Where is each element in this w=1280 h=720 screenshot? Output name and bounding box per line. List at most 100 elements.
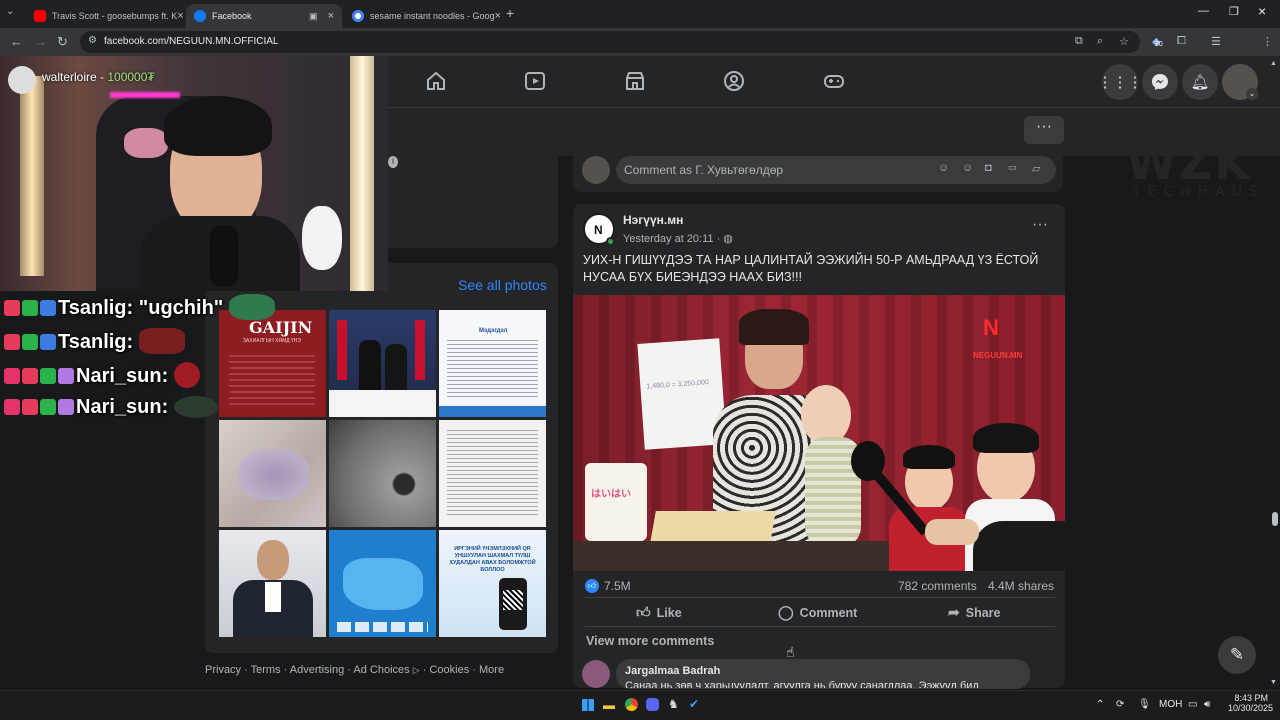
photo-watermark: NEGUUN.MN: [973, 351, 1023, 360]
page-name[interactable]: Нэгүүн.мн: [623, 213, 683, 227]
comment-author-avatar[interactable]: [582, 660, 610, 688]
input-language[interactable]: МОН: [1159, 699, 1182, 710]
app-icon[interactable]: ♞: [668, 697, 679, 711]
tab-title: Facebook: [212, 11, 252, 21]
minimize-button[interactable]: —: [1198, 5, 1209, 17]
maximize-button[interactable]: ❐: [1229, 5, 1239, 18]
zoom-icon[interactable]: ⌕: [1097, 35, 1103, 48]
intro-card: i: [388, 156, 558, 248]
like-button[interactable]: 👍︎ Like: [636, 604, 682, 621]
view-more-comments-link[interactable]: View more comments: [586, 634, 714, 648]
notifications-button[interactable]: 🔔︎: [1182, 64, 1218, 100]
menu-grid-button[interactable]: ⋮⋮⋮: [1098, 64, 1143, 100]
flag-shape: [337, 320, 347, 380]
close-window-button[interactable]: ×: [1258, 3, 1266, 19]
home-icon[interactable]: [425, 70, 447, 92]
see-all-photos-link[interactable]: See all photos: [458, 277, 547, 293]
extension-badge-icon[interactable]: 30 ◆: [1152, 35, 1163, 48]
first-badge-icon: [22, 334, 38, 350]
close-tab-icon[interactable]: ×: [177, 10, 183, 22]
file-explorer-icon[interactable]: ▬: [603, 698, 615, 712]
privacy-link[interactable]: Privacy: [205, 664, 241, 676]
gif-icon[interactable]: ▭: [1008, 162, 1017, 173]
more-link[interactable]: More: [479, 664, 504, 676]
clock[interactable]: 8:43 PM 10/30/2025: [1228, 693, 1273, 713]
site-info-icon[interactable]: ⚙: [88, 35, 97, 46]
camera-icon[interactable]: ◘: [985, 162, 992, 174]
tab-search-chevron-icon[interactable]: ⌄: [6, 6, 14, 17]
photo-tile[interactable]: [329, 420, 436, 527]
messenger-button[interactable]: [1142, 64, 1178, 100]
page-logo-icon: N: [594, 223, 603, 237]
photo-tile[interactable]: [439, 420, 546, 527]
photo-tile[interactable]: Мэдэгдэл: [439, 310, 546, 417]
share-button[interactable]: ➦ Share: [948, 604, 1000, 621]
browser-menu-icon[interactable]: ⋮: [1262, 35, 1273, 48]
photo-tile[interactable]: GAIJIN ЗАХИАЛГЫН ХЯМД ҮНЭ: [219, 310, 326, 417]
address-toolbar: ← → ↻ ⚙ facebook.com/NEGUUN.MN.OFFICIAL …: [0, 28, 1280, 78]
photo-tile[interactable]: [219, 530, 326, 637]
separator: ·: [347, 664, 351, 676]
tab-facebook[interactable]: Facebook ▣ ×: [186, 4, 342, 28]
post-photo[interactable]: N NEGUUN.MN 1,480,0 = 3,250,000 はいはい: [573, 295, 1065, 571]
photo-tile[interactable]: [329, 530, 436, 637]
account-chevron-icon[interactable]: ⌄: [1246, 88, 1258, 100]
reading-list-icon[interactable]: ☰: [1211, 35, 1221, 48]
ad-choices-link[interactable]: Ad Choices: [353, 664, 409, 676]
tab-youtube[interactable]: Travis Scott - goosebumps ft. K ×: [26, 4, 184, 28]
url-bar[interactable]: ⚙ facebook.com/NEGUUN.MN.OFFICIAL: [80, 31, 1140, 53]
new-message-button[interactable]: ✎: [1218, 636, 1256, 674]
extensions-icon[interactable]: ⧠: [1177, 35, 1186, 48]
reaction-count[interactable]: 7.5M: [604, 579, 631, 593]
scroll-up-icon[interactable]: ▲: [1270, 60, 1277, 67]
new-tab-button[interactable]: +: [506, 5, 514, 21]
webcam-overlay: walterloire - 100000₮: [0, 56, 388, 291]
terms-link[interactable]: Terms: [251, 664, 281, 676]
gaming-icon[interactable]: [823, 70, 845, 92]
first-badge-icon: [40, 399, 56, 415]
page-scrollbar[interactable]: [1271, 60, 1279, 688]
scroll-down-icon[interactable]: ▼: [1270, 679, 1277, 686]
discord-icon[interactable]: [646, 698, 659, 711]
comment-count[interactable]: 782 comments: [898, 579, 977, 593]
comment-button[interactable]: ◯ Comment: [778, 604, 857, 621]
close-tab-icon[interactable]: ×: [495, 10, 500, 22]
tray-app-icon[interactable]: ⟳: [1116, 699, 1124, 710]
back-button[interactable]: ←: [10, 34, 23, 49]
comment-icon: ◯: [778, 604, 794, 620]
ad-choices-icon[interactable]: ▷: [413, 665, 420, 675]
network-icon[interactable]: ▭: [1188, 699, 1197, 710]
photo-tile[interactable]: [329, 310, 436, 417]
comment-author[interactable]: Jargalmaa Badrah: [625, 665, 720, 677]
photo-tile[interactable]: ИРГЭНИЙ ҮНЭМЛЭХНИЙ QR УНШУУЛАН ШАХМАЛ ТҮ…: [439, 530, 546, 637]
reload-button[interactable]: ↻: [57, 34, 68, 50]
marketplace-icon[interactable]: [624, 70, 646, 92]
groups-icon[interactable]: [723, 70, 745, 92]
chrome-icon[interactable]: [625, 698, 638, 711]
app-icon[interactable]: ✔: [689, 697, 699, 711]
cookies-link[interactable]: Cookies: [429, 664, 469, 676]
video-icon[interactable]: [524, 70, 546, 92]
avatar-sticker-icon[interactable]: ☺: [938, 162, 949, 174]
close-tab-icon[interactable]: ×: [328, 10, 334, 22]
tray-overflow-icon[interactable]: ⌃: [1096, 699, 1104, 710]
emoji-icon[interactable]: ☺: [962, 162, 973, 174]
forward-button[interactable]: →: [34, 34, 47, 49]
tab-google[interactable]: sesame instant noodles - Goog ×: [344, 4, 500, 28]
scrollbar-thumb[interactable]: [1272, 512, 1278, 526]
microphone-icon[interactable]: 🎙︎: [1138, 699, 1151, 710]
post-time[interactable]: Yesterday at 20:11 · ◍: [623, 232, 733, 245]
bookmark-star-icon[interactable]: ☆: [1119, 35, 1129, 48]
share-count[interactable]: 4.4M shares: [988, 579, 1054, 593]
open-book: [650, 511, 776, 543]
post-options-icon[interactable]: ···: [1032, 216, 1048, 234]
volume-icon[interactable]: 🔊︎: [1204, 699, 1210, 710]
comment-input[interactable]: Comment as Г. Хувьтөгөлдөр ☺ ☺ ◘ ▭ ▱: [616, 156, 1056, 184]
cast-icon[interactable]: ⧉: [1075, 35, 1083, 48]
info-icon[interactable]: i: [388, 156, 398, 168]
photo-tile[interactable]: [219, 420, 326, 527]
start-button[interactable]: [582, 699, 594, 711]
sticker-icon[interactable]: ▱: [1032, 162, 1040, 175]
advertising-link[interactable]: Advertising: [290, 664, 344, 676]
page-more-button[interactable]: ···: [1024, 116, 1064, 144]
